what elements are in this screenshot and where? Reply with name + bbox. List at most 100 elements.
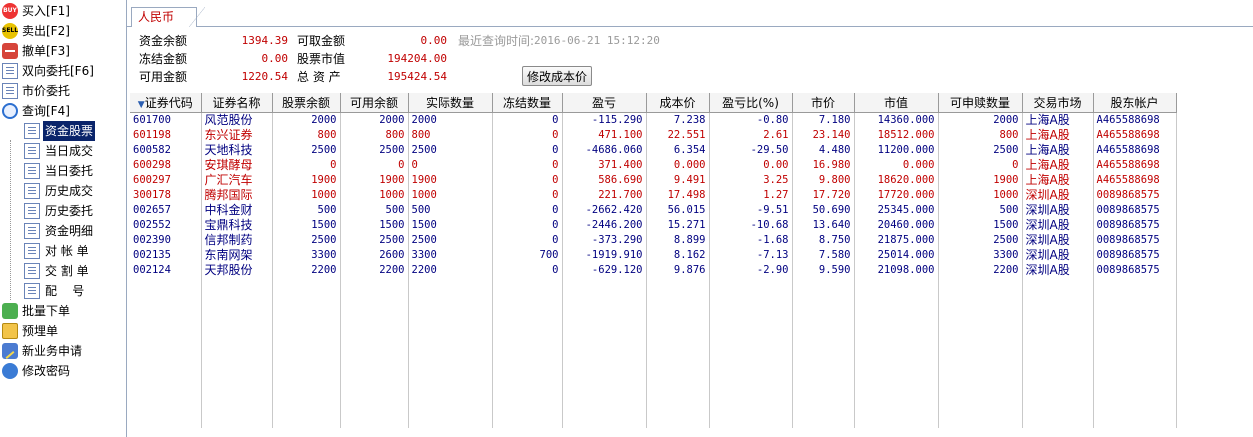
col-header-account[interactable]: 股东帐户 xyxy=(1093,93,1177,113)
cell-market-value: 21098.000 xyxy=(854,263,939,278)
table-row[interactable]: 002552 宝鼎科技 1500 1500 1500 0 -2446.200 15.271 -1… xyxy=(130,218,1177,233)
cell-account: A465588698 xyxy=(1093,173,1177,188)
col-header-market[interactable]: 交易市场 xyxy=(1022,93,1094,113)
tree-item-history-orders[interactable]: 历史委托 xyxy=(0,201,120,221)
main-panel: 人民币 资金余额 1394.39 可取金额 0.00 最近查询时间: 2016-… xyxy=(127,0,1253,437)
tree-item-today-orders[interactable]: 当日委托 xyxy=(0,161,120,181)
tree-item-market-order[interactable]: 市价委托 xyxy=(0,81,120,101)
cell-market-value: 18620.000 xyxy=(854,173,939,188)
frozen-value: 0.00 xyxy=(261,52,289,65)
col-header-name[interactable]: 证券名称 xyxy=(201,93,273,113)
cell-frozen: 0 xyxy=(492,112,563,128)
tab-rmb[interactable]: 人民币 xyxy=(131,7,206,27)
cell-cost: 6.354 xyxy=(646,143,710,158)
col-header-market-value[interactable]: 市值 xyxy=(854,93,939,113)
cell-cost: 9.491 xyxy=(646,173,710,188)
tree-item-label: 资金股票 xyxy=(43,121,96,141)
table-row[interactable]: 601700 风范股份 2000 2000 2000 0 -115.290 7.238 -0.8… xyxy=(130,112,1177,128)
table-row[interactable]: 600298 安琪酵母 0 0 0 0 371.400 0.000 0.00 16.980 0.00… xyxy=(130,158,1177,173)
cell-price: 23.140 xyxy=(792,128,855,143)
table-row[interactable]: 002657 中科金财 500 500 500 0 -2662.420 56.015 -9.51… xyxy=(130,203,1177,218)
cell-pnl: 471.100 xyxy=(562,128,647,143)
table-row[interactable]: 300178 腾邦国际 1000 1000 1000 0 221.700 17.498 1.27… xyxy=(130,188,1177,203)
batch-icon xyxy=(2,303,18,319)
cell-price: 8.750 xyxy=(792,233,855,248)
table-row[interactable]: 002135 东南网架 3300 2600 3300 700 -1919.910 8.162-… xyxy=(130,248,1177,263)
cell-market: 深圳A股 xyxy=(1022,203,1094,218)
tree-item-change-password[interactable]: 修改密码 xyxy=(0,361,120,381)
col-header-available[interactable]: 可用余额 xyxy=(340,93,409,113)
sell-icon: SELL xyxy=(2,23,18,39)
col-header-pnl[interactable]: 盈亏 xyxy=(562,93,647,113)
cell-market-value: 0.000 xyxy=(854,158,939,173)
cell-available: 2500 xyxy=(340,233,409,248)
tree-item-label: 撤单[F3] xyxy=(22,44,70,58)
cell-account: 0089868575 xyxy=(1093,248,1177,263)
tree-item-label: 交 割 单 xyxy=(45,264,89,278)
cell-pnl-pct: -0.80 xyxy=(709,112,793,128)
tree-item-fund-detail[interactable]: 资金明细 xyxy=(0,221,120,241)
cell-redeemable: 2500 xyxy=(938,233,1023,248)
table-row[interactable]: 601198 东兴证券 800 800 800 0 471.100 22.551 2.61 23.… xyxy=(130,128,1177,143)
tree-item-history-deals[interactable]: 历史成交 xyxy=(0,181,120,201)
table-row[interactable]: 002390 信邦制药 2500 2500 2500 0 -373.290 8.899 -1.6… xyxy=(130,233,1177,248)
tree-item-today-deals[interactable]: 当日成交 xyxy=(0,141,120,161)
tree-item-batch-order[interactable]: 批量下单 xyxy=(0,301,120,321)
cell-market-value: 18512.000 xyxy=(854,128,939,143)
cell-market-value: 25014.000 xyxy=(854,248,939,263)
cell-market: 深圳A股 xyxy=(1022,218,1094,233)
tree-item-label: 市价委托 xyxy=(22,84,71,98)
tab-label: 人民币 xyxy=(138,10,175,24)
tree-item-statement[interactable]: 对 帐 单 xyxy=(0,241,120,261)
sort-down-icon: ▼ xyxy=(137,100,145,110)
cell-available: 800 xyxy=(340,128,409,143)
col-header-balance[interactable]: 股票余额 xyxy=(272,93,341,113)
cell-account: A465588698 xyxy=(1093,112,1177,128)
tree-item-sell[interactable]: SELL 卖出[F2] xyxy=(0,21,120,41)
cell-actual: 0 xyxy=(408,158,493,173)
tree-item-query[interactable]: 查询[F4] xyxy=(0,101,120,121)
tree-item-pre-order[interactable]: 预埋单 xyxy=(0,321,120,341)
col-header-frozen[interactable]: 冻结数量 xyxy=(492,93,563,113)
table-header-row: ▼证券代码 证券名称 股票余额 可用余额 实际数量 冻结数量 盈亏 成本价 盈亏… xyxy=(130,93,1177,113)
col-header-pnl-pct[interactable]: 盈亏比(%) xyxy=(709,93,793,113)
cell-name: 中科金财 xyxy=(201,203,273,218)
cell-actual: 2500 xyxy=(408,143,493,158)
filler-cell xyxy=(1022,278,1094,428)
col-header-price[interactable]: 市价 xyxy=(792,93,855,113)
tree-item-cancel[interactable]: 撤单[F3] xyxy=(0,41,120,61)
col-header-actual[interactable]: 实际数量 xyxy=(408,93,493,113)
cell-available: 2500 xyxy=(340,143,409,158)
filler-cell xyxy=(272,278,341,428)
cell-account: 0089868575 xyxy=(1093,263,1177,278)
tree-item-delivery[interactable]: 交 割 单 xyxy=(0,261,120,281)
table-row[interactable]: 600582 天地科技 2500 2500 2500 0 -4686.060 6.354 -29… xyxy=(130,143,1177,158)
cell-redeemable: 0 xyxy=(938,158,1023,173)
cell-market-value: 21875.000 xyxy=(854,233,939,248)
cell-market-value: 17720.000 xyxy=(854,188,939,203)
tree-item-funds-stocks[interactable]: 资金股票 xyxy=(0,121,120,141)
col-header-code[interactable]: ▼证券代码 xyxy=(130,93,202,113)
tree-item-buy[interactable]: BUY 买入[F1] xyxy=(0,1,120,21)
table-row[interactable]: 600297 广汇汽车 1900 1900 1900 0 586.690 9.491 3.25 9… xyxy=(130,173,1177,188)
cell-frozen: 0 xyxy=(492,188,563,203)
tree-item-two-way[interactable]: 双向委托[F6] xyxy=(0,61,120,81)
cell-price: 4.480 xyxy=(792,143,855,158)
tree-item-label: 修改密码 xyxy=(22,364,71,378)
col-header-cost[interactable]: 成本价 xyxy=(646,93,710,113)
cell-price: 16.980 xyxy=(792,158,855,173)
cell-price: 9.590 xyxy=(792,263,855,278)
tree-item-allotment[interactable]: 配 号 xyxy=(0,281,120,301)
cell-market-value: 25345.000 xyxy=(854,203,939,218)
col-header-redeemable[interactable]: 可申赎数量 xyxy=(938,93,1023,113)
cell-balance: 1900 xyxy=(272,173,341,188)
cell-market: 上海A股 xyxy=(1022,173,1094,188)
tree-item-new-business[interactable]: 新业务申请 xyxy=(0,341,120,361)
cell-pnl: 221.700 xyxy=(562,188,647,203)
cell-pnl: -2662.420 xyxy=(562,203,647,218)
cell-code: 002552 xyxy=(130,218,202,233)
table-row[interactable]: 002124 天邦股份 2200 2200 2200 0 -629.120 9.876 -2.9… xyxy=(130,263,1177,278)
modify-cost-button[interactable]: 修改成本价 xyxy=(522,66,592,86)
cell-pnl: -373.290 xyxy=(562,233,647,248)
cell-redeemable: 3300 xyxy=(938,248,1023,263)
